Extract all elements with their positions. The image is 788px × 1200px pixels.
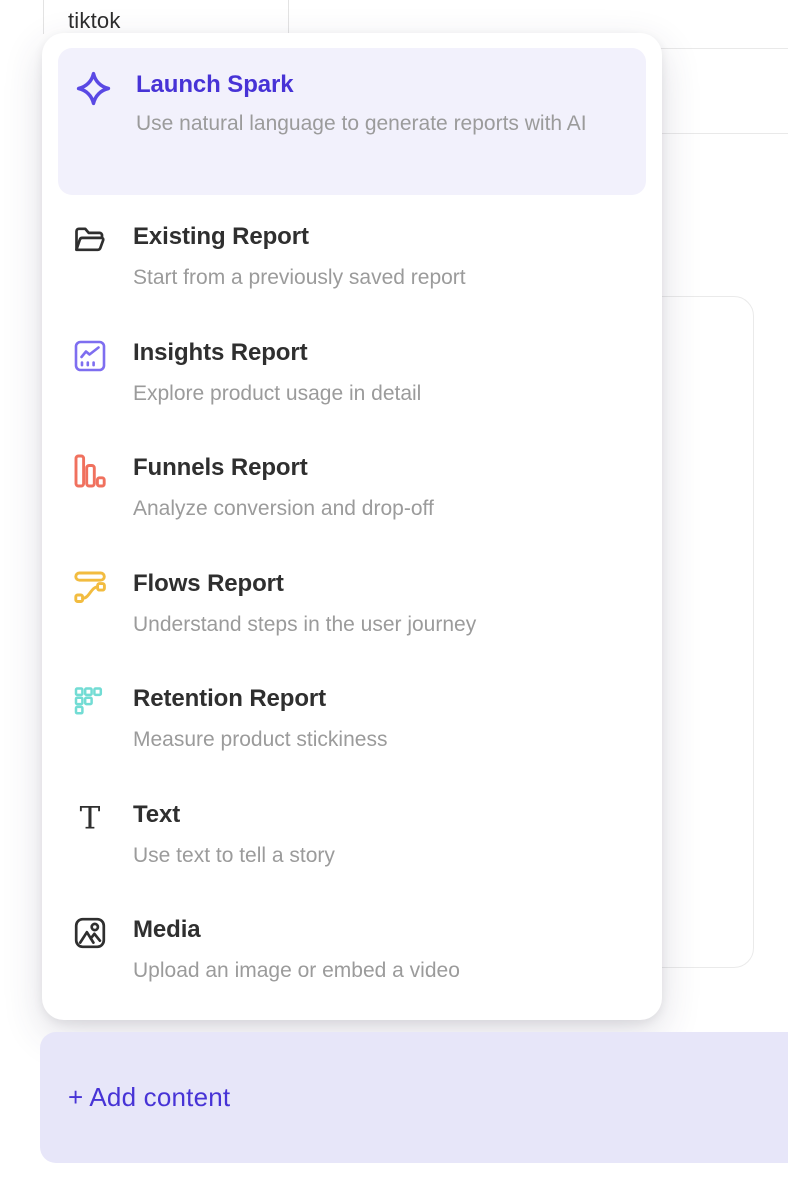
- flows-icon: [72, 569, 109, 606]
- add-content-label: + Add content: [68, 1082, 230, 1113]
- retention-grid-icon: [72, 684, 109, 721]
- menu-item-funnels-report[interactable]: Funnels Report Analyze conversion and dr…: [72, 453, 646, 524]
- menu-item-text: Retention Report Measure product stickin…: [133, 684, 387, 755]
- menu-item-launch-spark[interactable]: Launch Spark Use natural language to gen…: [58, 48, 646, 195]
- menu-item-text: Text Use text to tell a story: [133, 800, 335, 871]
- media-image-icon: [72, 915, 109, 952]
- menu-item-text: Media Upload an image or embed a video: [133, 915, 460, 986]
- menu-item-existing-report[interactable]: Existing Report Start from a previously …: [72, 222, 646, 293]
- menu-item-text[interactable]: T Text Use text to tell a story: [72, 800, 646, 871]
- menu-item-description: Use natural language to generate reports…: [136, 109, 587, 139]
- open-folder-icon: [72, 222, 109, 259]
- insights-chart-icon: [72, 338, 109, 375]
- funnel-bars-icon: [72, 453, 109, 490]
- menu-item-text: Existing Report Start from a previously …: [133, 222, 466, 293]
- menu-item-label: Existing Report: [133, 222, 466, 252]
- add-content-menu: Launch Spark Use natural language to gen…: [42, 33, 662, 1020]
- menu-item-description: Start from a previously saved report: [133, 263, 466, 293]
- menu-item-description: Understand steps in the user journey: [133, 610, 476, 640]
- menu-item-label: Retention Report: [133, 684, 387, 714]
- menu-item-description: Upload an image or embed a video: [133, 956, 460, 986]
- menu-item-retention-report[interactable]: Retention Report Measure product stickin…: [72, 684, 646, 755]
- menu-item-description: Explore product usage in detail: [133, 379, 421, 409]
- menu-item-label: Media: [133, 915, 460, 945]
- menu-item-label: Text: [133, 800, 335, 830]
- svg-text:T: T: [80, 800, 101, 836]
- menu-item-text: Insights Report Explore product usage in…: [133, 338, 421, 409]
- menu-item-text: Flows Report Understand steps in the use…: [133, 569, 476, 640]
- add-content-button[interactable]: + Add content: [40, 1032, 788, 1163]
- menu-item-description: Measure product stickiness: [133, 725, 387, 755]
- text-icon: T: [72, 800, 109, 837]
- menu-item-description: Use text to tell a story: [133, 841, 335, 871]
- menu-item-insights-report[interactable]: Insights Report Explore product usage in…: [72, 338, 646, 409]
- spark-icon: [75, 70, 112, 107]
- background-table-cell-label: tiktok: [68, 8, 121, 34]
- menu-item-label: Funnels Report: [133, 453, 434, 483]
- menu-item-label: Flows Report: [133, 569, 476, 599]
- background-table-column-border: [43, 0, 44, 34]
- menu-item-label: Insights Report: [133, 338, 421, 368]
- menu-item-label: Launch Spark: [136, 70, 587, 100]
- menu-item-text: Launch Spark Use natural language to gen…: [136, 70, 587, 139]
- menu-item-flows-report[interactable]: Flows Report Understand steps in the use…: [72, 569, 646, 640]
- menu-item-text: Funnels Report Analyze conversion and dr…: [133, 453, 434, 524]
- menu-item-description: Analyze conversion and drop-off: [133, 494, 434, 524]
- background-table-column-border: [288, 0, 289, 34]
- menu-item-media[interactable]: Media Upload an image or embed a video: [72, 915, 646, 986]
